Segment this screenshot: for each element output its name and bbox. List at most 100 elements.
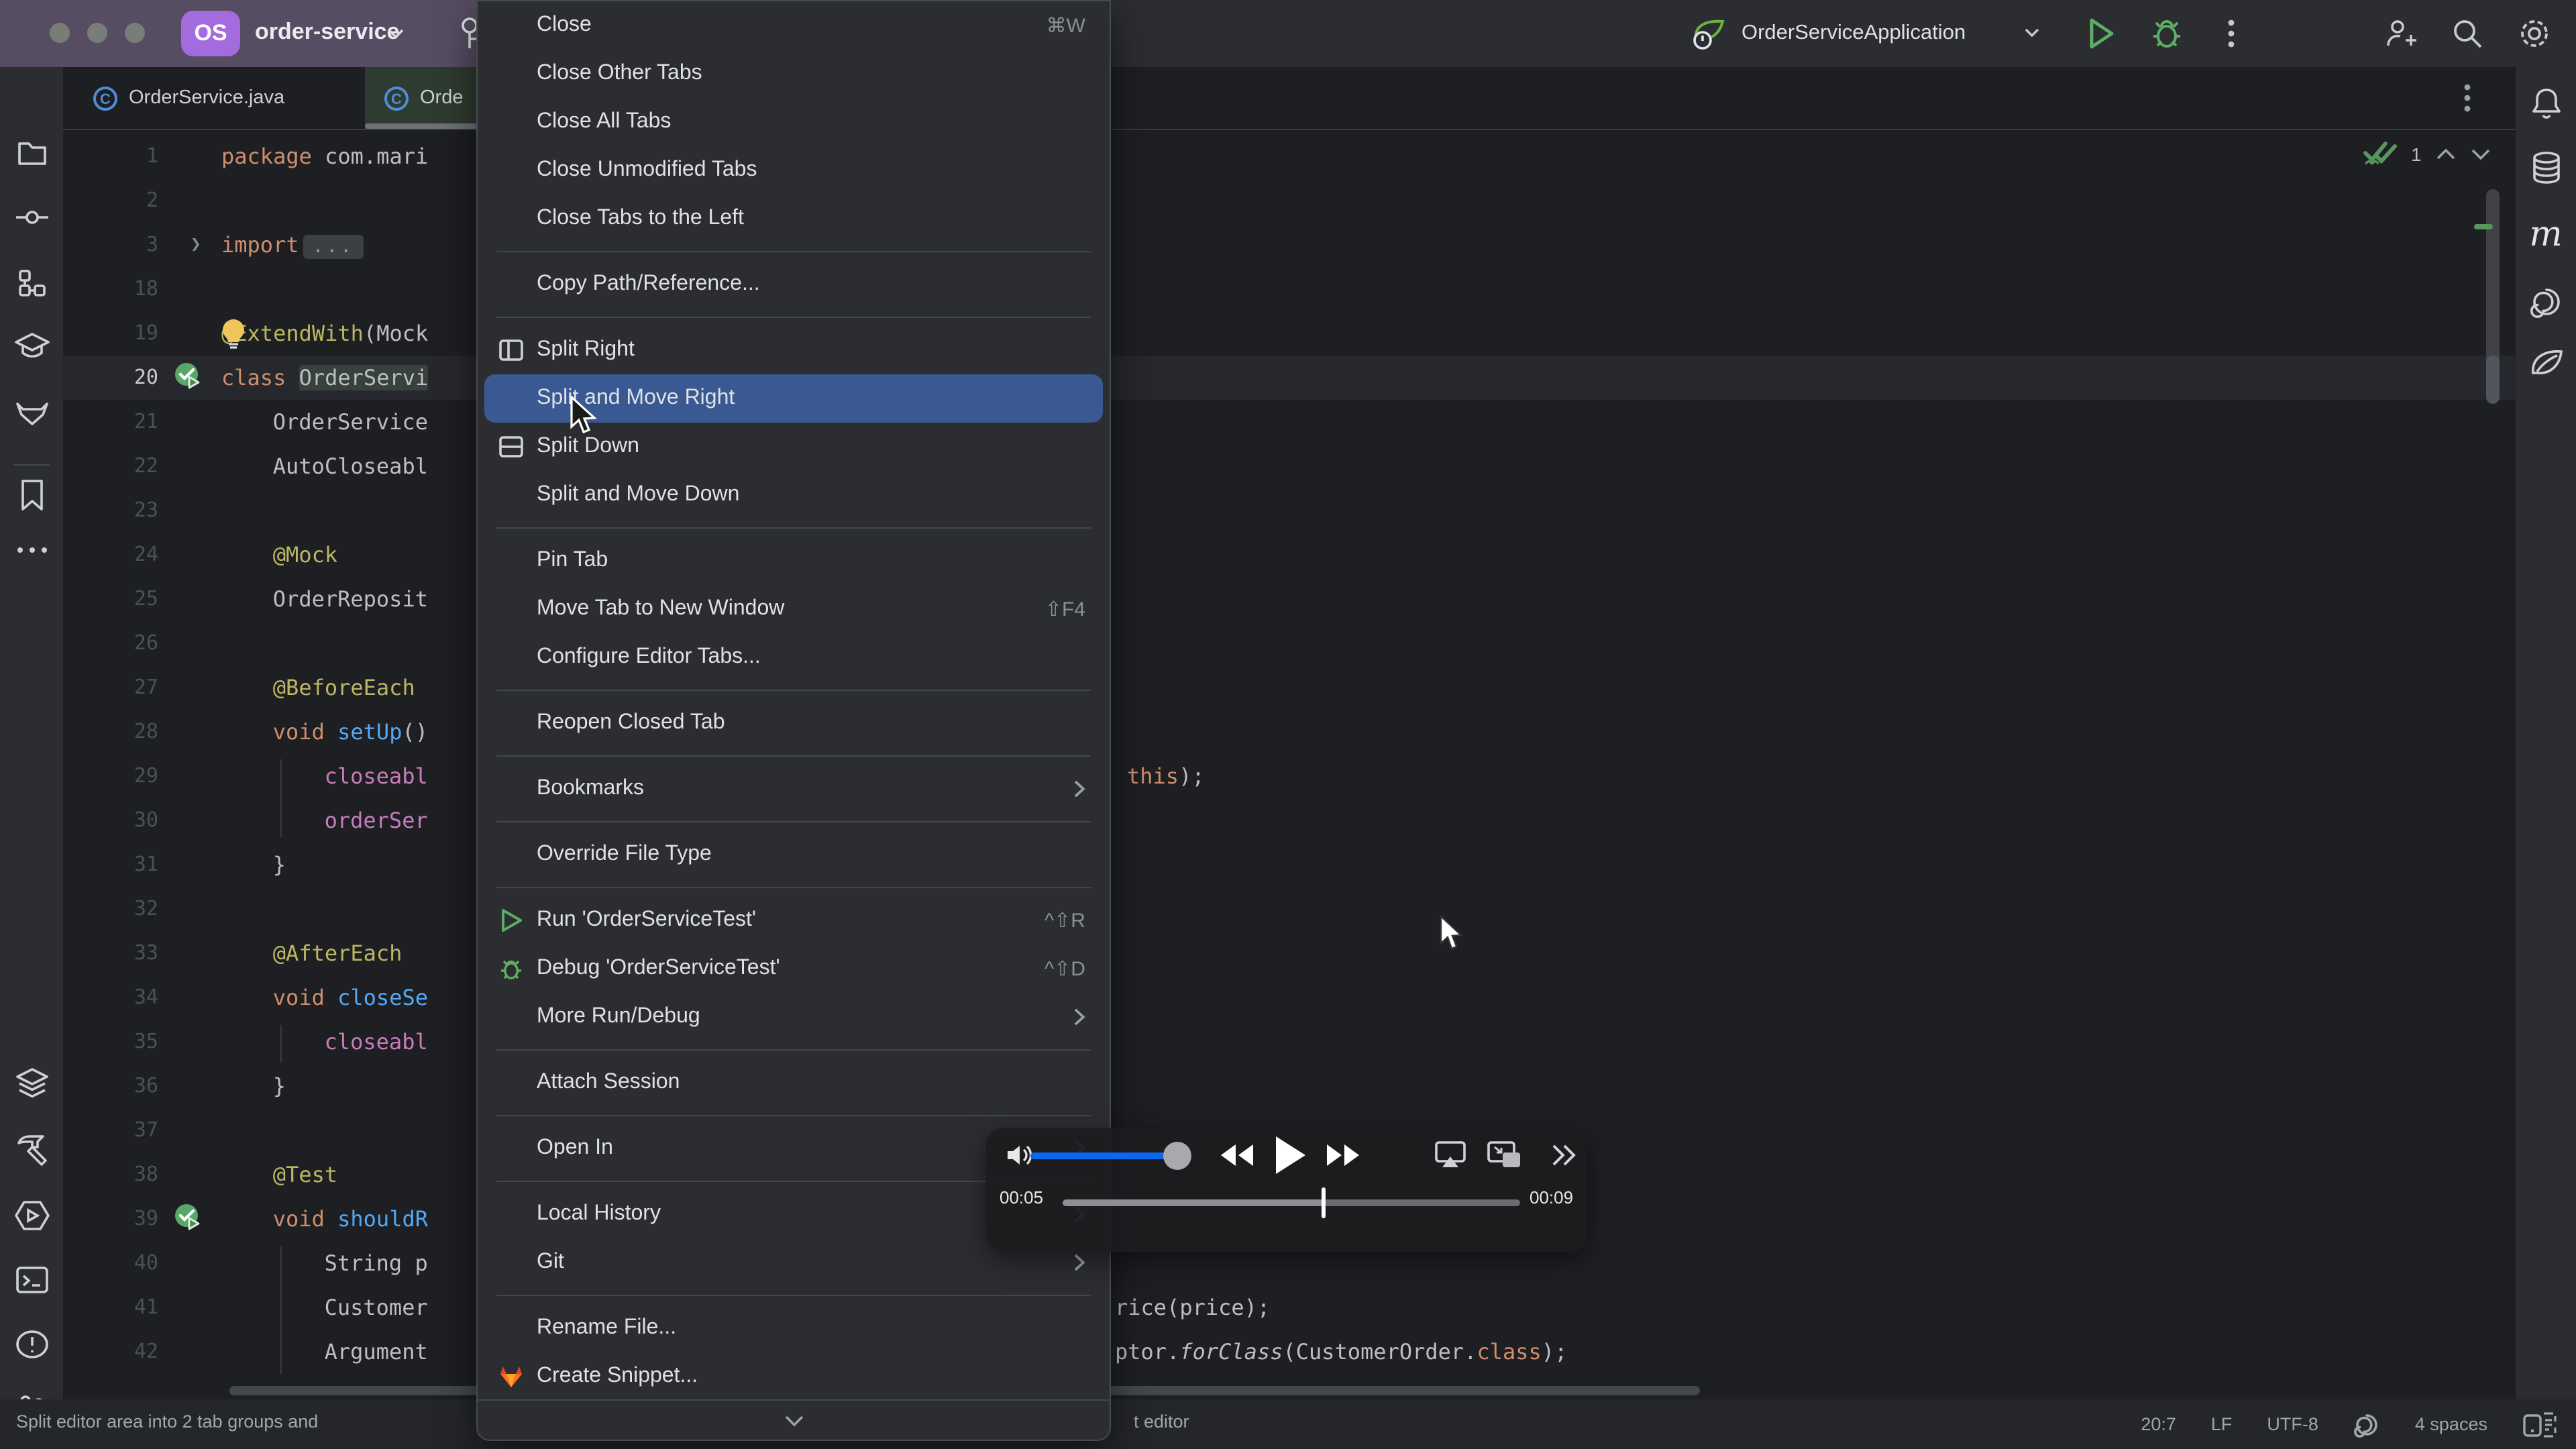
inspections-widget[interactable]: 1 [2363,141,2491,168]
commit-icon[interactable] [0,201,63,233]
menu-item-pin-tab[interactable]: Pin Tab [478,537,1110,585]
line-number[interactable]: 23 [63,488,158,533]
menu-item-close-all-tabs[interactable]: Close All Tabs [478,98,1110,146]
menu-item-split-and-move-down[interactable]: Split and Move Down [478,471,1110,519]
line-number[interactable]: 30 [63,798,158,843]
services-icon[interactable] [0,1067,63,1102]
next-problem-chevron-icon[interactable] [2470,148,2491,161]
menu-item-copy-path-reference[interactable]: Copy Path/Reference... [478,260,1110,309]
menu-item-rename-file[interactable]: Rename File... [478,1304,1110,1352]
run-widget-icon[interactable] [0,1198,63,1233]
line-number[interactable]: 28 [63,710,158,754]
line-number[interactable]: 29 [63,754,158,798]
menu-item-create-snippet[interactable]: Create Snippet... [478,1352,1110,1401]
bookmarks-icon[interactable] [0,478,63,513]
more-controls-chevrons-icon[interactable] [1550,1143,1579,1167]
menu-item-close-unmodified-tabs[interactable]: Close Unmodified Tabs [478,146,1110,195]
file-encoding[interactable]: UTF-8 [2267,1414,2318,1434]
menu-item-close[interactable]: Close ⌘W [478,1,1110,50]
line-number[interactable]: 24 [63,533,158,577]
media-player-overlay[interactable]: 00:05 00:09 [986,1128,1587,1252]
menu-item-run-orderservicetest[interactable]: Run 'OrderServiceTest' ^⇧R [478,896,1110,945]
line-number[interactable]: 1 [63,134,158,178]
project-widget[interactable]: order-service [255,19,399,46]
line-number[interactable]: 22 [63,444,158,488]
window-zoom-button[interactable] [125,23,145,43]
play-icon[interactable] [1273,1134,1308,1177]
debug-button[interactable] [2149,16,2184,51]
folder-icon[interactable] [0,137,63,169]
menu-scroll-down[interactable] [478,1399,1110,1440]
notifications-icon[interactable] [2516,86,2576,121]
line-number[interactable]: 42 [63,1330,158,1374]
vertical-scrollbar-section[interactable] [2486,356,2500,404]
learn-icon[interactable] [0,330,63,362]
search-icon[interactable] [2450,16,2485,51]
line-number[interactable]: 33 [63,931,158,975]
menu-item-attach-session[interactable]: Attach Session [478,1059,1110,1107]
project-badge[interactable]: OS [181,11,240,56]
terminal-icon[interactable] [0,1264,63,1296]
prev-problem-chevron-icon[interactable] [2435,148,2457,161]
run-test-passed-gutter-icon[interactable] [172,1202,204,1234]
maven-icon[interactable]: m [2516,217,2576,252]
line-number[interactable]: 38 [63,1152,158,1197]
ai-assistant-status-icon[interactable] [2353,1411,2380,1438]
tab-orderservice-java[interactable]: C OrderService.java [74,67,303,129]
line-number[interactable]: 32 [63,887,158,931]
volume-slider[interactable] [1030,1152,1178,1159]
indent-setting[interactable]: 4 spaces [2415,1414,2487,1434]
line-number[interactable]: 34 [63,975,158,1020]
window-close-button[interactable] [50,23,70,43]
caret-position[interactable]: 20:7 [2141,1414,2176,1434]
run-configuration-selector[interactable]: OrderServiceApplication [1741,21,1966,46]
spring-icon[interactable] [2516,346,2576,381]
run-test-passed-gutter-icon[interactable] [172,361,204,393]
more-actions-kebab-icon[interactable] [2227,17,2235,50]
line-ending[interactable]: LF [2211,1414,2233,1434]
tab-options-kebab-icon[interactable] [2463,82,2471,114]
build-icon[interactable] [0,1132,63,1167]
line-number[interactable]: 3 [63,223,158,267]
line-number[interactable]: 31 [63,843,158,887]
playhead[interactable] [1322,1187,1326,1218]
chevron-down-icon[interactable] [2023,27,2041,39]
menu-item-configure-editor-tabs[interactable]: Configure Editor Tabs... [478,633,1110,682]
menu-item-split-right[interactable]: Split Right [478,326,1110,374]
menu-item-move-tab-to-new-window[interactable]: Move Tab to New Window ⇧F4 [478,585,1110,633]
line-number[interactable]: 20 [63,356,158,400]
ai-assistant-icon[interactable] [2516,284,2576,319]
line-number[interactable]: 19 [63,311,158,356]
menu-item-bookmarks[interactable]: Bookmarks [478,765,1110,813]
rewind-icon[interactable] [1218,1143,1256,1167]
line-number[interactable]: 41 [63,1285,158,1330]
database-icon[interactable] [2516,150,2576,185]
line-number[interactable]: 21 [63,400,158,444]
menu-item-reopen-closed-tab[interactable]: Reopen Closed Tab [478,699,1110,747]
menu-item-more-run-debug[interactable]: More Run/Debug [478,993,1110,1041]
fast-forward-icon[interactable] [1324,1143,1362,1167]
run-button[interactable] [2085,16,2117,51]
line-number[interactable]: 36 [63,1064,158,1108]
line-number[interactable]: 25 [63,577,158,621]
menu-item-debug-orderservicetest[interactable]: Debug 'OrderServiceTest' ^⇧D [478,945,1110,993]
line-number[interactable]: 18 [63,267,158,311]
line-number[interactable]: 27 [63,665,158,710]
gitlab-icon[interactable] [0,396,63,428]
more-icon[interactable] [0,545,63,555]
line-number[interactable]: 39 [63,1197,158,1241]
structure-icon[interactable] [0,267,63,299]
intention-lightbulb-icon[interactable] [219,318,248,350]
screen-sharing-icon[interactable] [2522,1409,2557,1439]
volume-slider-thumb[interactable] [1163,1142,1191,1170]
line-number[interactable]: 35 [63,1020,158,1064]
menu-item-close-other-tabs[interactable]: Close Other Tabs [478,50,1110,98]
fold-chevron-icon[interactable]: ❯ [191,223,201,267]
line-number[interactable]: 40 [63,1241,158,1285]
line-number[interactable]: 26 [63,621,158,665]
menu-item-close-tabs-to-the-left[interactable]: Close Tabs to the Left [478,195,1110,243]
menu-item-override-file-type[interactable]: Override File Type [478,830,1110,879]
code-with-me-user-icon[interactable] [2383,16,2418,51]
line-number[interactable]: 37 [63,1108,158,1152]
window-minimize-button[interactable] [87,23,107,43]
